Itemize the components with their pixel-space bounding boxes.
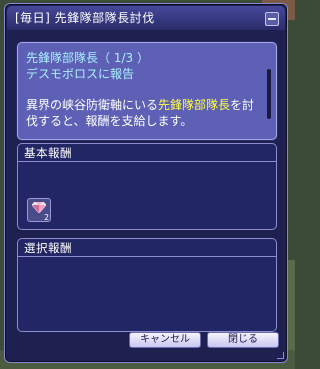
close-button[interactable]: 閉じる xyxy=(207,332,279,348)
window-title: [毎日] 先鋒隊部隊長討伐 xyxy=(15,11,155,25)
quest-target: 先鋒隊部隊長（ 1/3 ） xyxy=(26,51,149,65)
quest-desc-pre: 異界の峡谷防衛軸にいる xyxy=(26,98,159,112)
base-reward-section: 基本報酬 2 xyxy=(17,143,277,230)
quest-scrollbar[interactable] xyxy=(267,69,271,119)
quest-report-npc: デスモボロスに報告 xyxy=(26,67,135,81)
resize-grip-icon[interactable] xyxy=(277,352,284,359)
window-title-bar[interactable]: [毎日] 先鋒隊部隊長討伐 xyxy=(7,6,285,30)
base-reward-label: 基本報酬 xyxy=(18,144,276,162)
cancel-button[interactable]: キャンセル xyxy=(129,332,201,348)
quest-description: 異界の峡谷防衛軸にいる先鋒隊部隊長を討伐すると、報酬を支給します。 xyxy=(26,97,266,129)
quest-desc-highlight: 先鋒隊部隊長 xyxy=(158,98,231,112)
minimize-icon[interactable] xyxy=(265,12,279,26)
select-reward-section: 選択報酬 xyxy=(17,238,277,332)
reward-quantity: 2 xyxy=(44,213,49,222)
quest-info-panel: 先鋒隊部隊長（ 1/3 ） デスモボロスに報告 異界の峡谷防衛軸にいる先鋒隊部隊… xyxy=(17,42,277,140)
quest-reward-window: [毎日] 先鋒隊部隊長討伐 先鋒隊部隊長（ 1/3 ） デスモボロスに報告 異界… xyxy=(4,3,288,363)
reward-item[interactable]: 2 xyxy=(27,198,51,222)
select-reward-label: 選択報酬 xyxy=(18,239,276,257)
gem-icon xyxy=(32,202,46,213)
